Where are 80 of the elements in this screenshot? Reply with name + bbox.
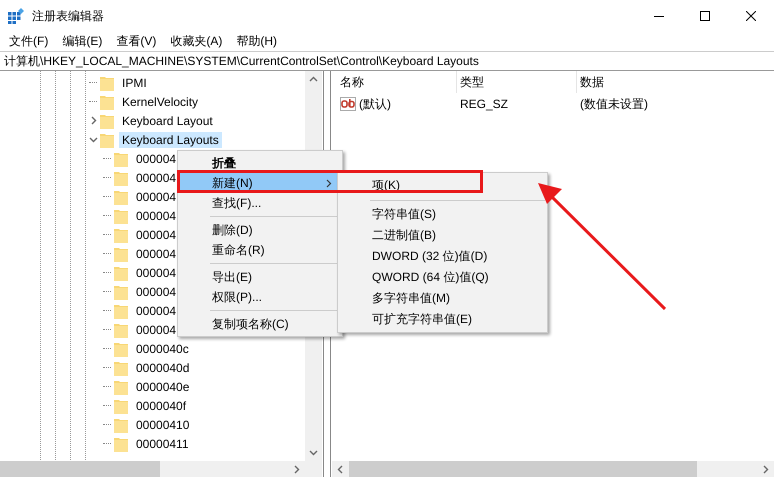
tree-item[interactable]: Keyboard Layouts (119, 132, 222, 148)
column-header[interactable]: 数据 (577, 71, 774, 93)
folder-icon (114, 170, 128, 186)
tree-item[interactable]: 000004 (133, 284, 180, 300)
tree-item[interactable]: 0000040d (133, 360, 192, 376)
folder-icon (114, 246, 128, 262)
tree-item[interactable]: 0000040f (133, 398, 190, 414)
folder-icon (100, 112, 114, 128)
window-title: 注册表编辑器 (32, 8, 105, 24)
chevron-right-icon[interactable] (761, 464, 770, 474)
folder-icon (114, 264, 128, 280)
folder-icon (114, 340, 128, 356)
tree-item[interactable]: Keyboard Layout (119, 112, 216, 128)
tree-item[interactable]: 0000040e (133, 378, 192, 394)
folder-icon (114, 150, 128, 166)
menu-item[interactable]: 导出(E) (180, 267, 340, 287)
tree-item[interactable]: 000004 (133, 226, 180, 242)
tree-item[interactable]: 000004 (133, 302, 180, 318)
menu-item[interactable]: 收藏夹(A) (163, 32, 230, 50)
table-cell: REG_SZ (460, 97, 508, 111)
horizontal-scrollbar[interactable] (332, 461, 774, 477)
tree-item[interactable]: 00000410 (133, 416, 192, 432)
tree-item[interactable]: 000004 (133, 322, 180, 338)
folder-icon (100, 94, 114, 110)
tree-item[interactable]: 000004 (133, 188, 180, 204)
menu-item[interactable]: 多字符串值(M) (340, 288, 545, 309)
tree-item[interactable]: 00000411 (133, 436, 192, 452)
tree-item[interactable]: 0000040c (133, 340, 192, 356)
menu-item[interactable]: 二进制值(B) (340, 225, 545, 246)
menu-item[interactable]: 编辑(E) (55, 32, 110, 50)
menu-item[interactable]: QWORD (64 位)值(Q) (340, 267, 545, 288)
menu-item[interactable]: 权限(P)... (180, 287, 340, 307)
folder-icon (114, 416, 128, 432)
folder-icon (114, 436, 128, 452)
chevron-right-icon[interactable] (88, 116, 98, 125)
menu-item[interactable]: 查看(V) (109, 32, 164, 50)
menu-item[interactable]: 文件(F) (2, 32, 56, 50)
table-cell: (数值未设置) (580, 96, 648, 112)
string-value-icon (340, 97, 356, 111)
registry-icon (8, 8, 24, 24)
chevron-left-icon[interactable] (336, 464, 345, 474)
chevron-down-icon[interactable] (309, 448, 318, 457)
column-header[interactable]: 类型 (457, 71, 577, 93)
tree-item[interactable]: 000004 (133, 170, 180, 186)
close-icon[interactable] (746, 11, 756, 21)
folder-icon (114, 302, 128, 318)
menu-item[interactable]: 帮助(H) (229, 32, 284, 50)
chevron-right-icon (326, 178, 332, 188)
folder-icon (114, 378, 128, 394)
folder-icon (114, 360, 128, 376)
table-cell: (默认) (359, 96, 391, 112)
horizontal-scrollbar[interactable] (0, 461, 322, 477)
tree-item[interactable]: 000004 (133, 246, 180, 262)
menu-item[interactable]: 查找(F)... (180, 193, 340, 213)
menu-item[interactable]: 可扩充字符串值(E) (340, 309, 545, 330)
maximize-icon[interactable] (700, 11, 710, 21)
menu-item[interactable]: 复制项名称(C) (180, 314, 340, 334)
menu-item[interactable]: 删除(D) (180, 220, 340, 240)
chevron-up-icon[interactable] (309, 75, 318, 84)
folder-icon (100, 74, 114, 90)
menu-item[interactable]: DWORD (32 位)值(D) (340, 246, 545, 267)
menu-item[interactable]: 折叠 (180, 153, 340, 173)
folder-icon (114, 322, 128, 338)
chevron-down-icon[interactable] (88, 135, 98, 144)
folder-icon (114, 284, 128, 300)
address-bar[interactable]: 计算机\HKEY_LOCAL_MACHINE\SYSTEM\CurrentControlSet\Control\Keyboard Layouts (0, 51, 774, 71)
folder-icon (114, 208, 128, 224)
folder-icon (100, 132, 114, 148)
folder-icon (114, 226, 128, 242)
column-header[interactable]: 名称 (337, 71, 457, 93)
folder-icon (114, 398, 128, 414)
tree-item[interactable]: KernelVelocity (119, 94, 202, 110)
menu-item[interactable]: 字符串值(S) (340, 204, 545, 225)
menu-item[interactable]: 重命名(R) (180, 240, 340, 260)
folder-icon (114, 188, 128, 204)
tree-item[interactable]: 000004 (133, 150, 180, 166)
chevron-right-icon[interactable] (292, 464, 301, 474)
tree-item[interactable]: 000004 (133, 208, 180, 224)
tree-item[interactable]: IPMI (119, 74, 150, 90)
tree-item[interactable]: 000004 (133, 264, 180, 280)
